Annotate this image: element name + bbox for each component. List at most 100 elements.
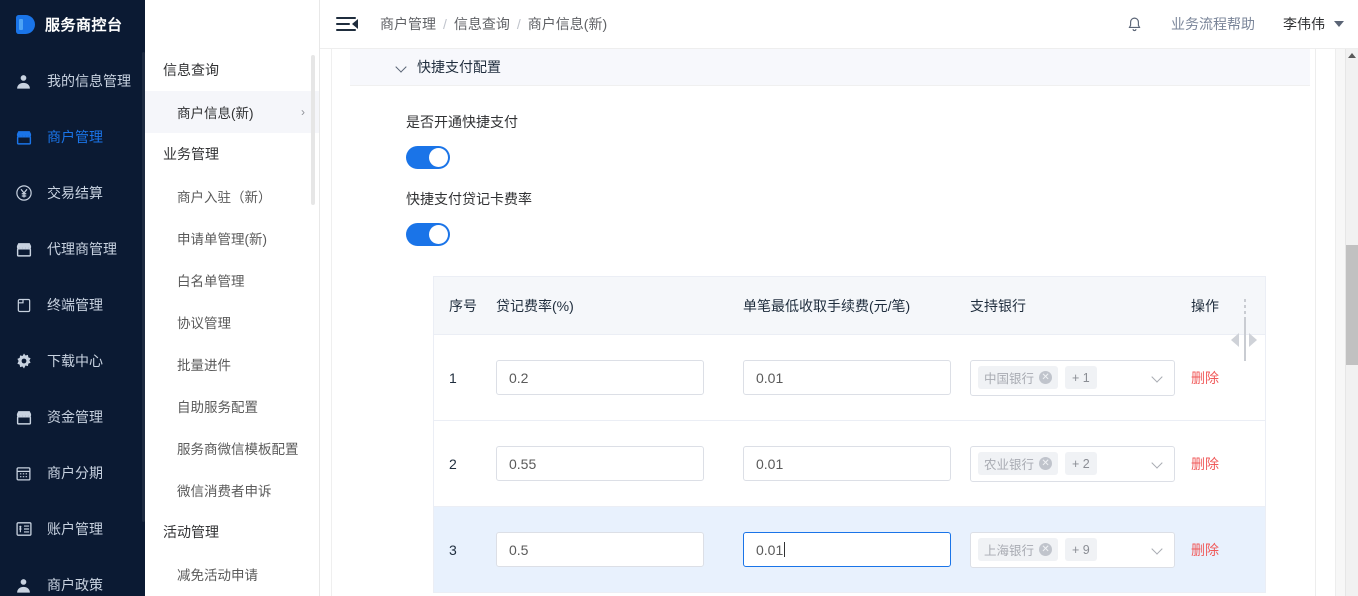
chevron-down-icon — [1153, 459, 1163, 469]
breadcrumb-separator: / — [516, 16, 521, 32]
content-area: 快捷支付配置 是否开通快捷支付 快捷支付贷记卡费率 序号 贷记费率(%) 单笔最… — [320, 49, 1358, 596]
content-gutter-right — [1315, 49, 1335, 596]
enable-quick-payment-label: 是否开通快捷支付 — [406, 114, 518, 130]
rate-input[interactable]: 0.55 — [496, 446, 704, 481]
close-circle-icon[interactable]: ✕ — [1039, 543, 1053, 556]
submenu-item-label: 自助服务配置 — [177, 400, 258, 415]
chevron-down-icon — [1153, 545, 1163, 555]
sidebar-item-list: 我的信息管理 商户管理 交易结算 代理商管理 终端管理 下载中心 资金管理 商户… — [0, 49, 145, 596]
delete-row-button[interactable]: 删除 — [1191, 542, 1219, 558]
sidebar-item-label: 交易结算 — [47, 185, 103, 201]
collapse-menu-icon[interactable] — [336, 16, 358, 32]
store-icon — [14, 408, 33, 427]
toggle-knob — [429, 148, 448, 167]
sidebar-item-label: 资金管理 — [47, 409, 103, 425]
table-row: 3 0.5 0.01 上海银行 ✕ + 9 删除 — [434, 299, 1265, 593]
row-actions-cell: 删除 — [1170, 454, 1265, 474]
bank-tag-more: + 9 — [1065, 538, 1097, 561]
submenu-item-wechat-template-config[interactable]: 服务商微信模板配置 — [145, 427, 319, 469]
submenu-item-wechat-consumer-complaint[interactable]: 微信消费者申诉 — [145, 469, 319, 511]
min-fee-input[interactable]: 0.01 — [743, 360, 951, 395]
submenu-item-application-management[interactable]: 申请单管理(新) — [145, 217, 319, 259]
min-fee-input[interactable]: 0.01 — [743, 532, 951, 567]
delete-row-button[interactable]: 删除 — [1191, 370, 1219, 386]
sidebar-item-merchant-installment[interactable]: 商户分期 — [0, 445, 145, 501]
rate-input[interactable]: 0.5 — [496, 532, 704, 567]
table-row: 2 0.55 0.01 农业银行 ✕ + 2 删除 — [434, 421, 1265, 507]
row-banks-cell: 上海银行 ✕ + 9 — [948, 531, 1175, 568]
sidebar-item-terminal-management[interactable]: 终端管理 — [0, 277, 145, 333]
bank-tag-label: 上海银行 — [984, 544, 1035, 558]
row-min-fee-cell: 0.01 — [722, 446, 951, 481]
breadcrumb-item-0[interactable]: 商户管理 — [380, 14, 436, 34]
scroll-up-arrow-icon[interactable] — [1348, 53, 1356, 58]
min-fee-input[interactable]: 0.01 — [743, 446, 951, 481]
delete-row-button[interactable]: 删除 — [1191, 456, 1219, 472]
submenu-item-agreement-management[interactable]: 协议管理 — [145, 301, 319, 343]
resize-solid-bar — [1244, 317, 1246, 361]
submenu-group-title: 信息查询 — [163, 62, 219, 78]
close-circle-icon[interactable]: ✕ — [1039, 371, 1053, 384]
submenu-item-merchant-info[interactable]: 商户信息(新) › — [145, 91, 319, 133]
bank-tag-more: + 2 — [1065, 452, 1097, 475]
brand-logo-icon — [16, 15, 35, 34]
submenu-item-label: 商户入驻（新） — [177, 190, 272, 205]
chevron-down-icon — [1334, 21, 1344, 27]
sidebar-item-fund-management[interactable]: 资金管理 — [0, 389, 145, 445]
row-actions-cell: 删除 — [1170, 540, 1265, 560]
user-name-label: 李伟伟 — [1283, 16, 1325, 32]
sidebar-item-download-center[interactable]: 下载中心 — [0, 333, 145, 389]
bank-select[interactable]: 农业银行 ✕ + 2 — [970, 445, 1175, 482]
column-header-banks: 支持银行 — [970, 297, 1026, 314]
enable-quick-payment-toggle[interactable] — [406, 146, 450, 169]
submenu-item-whitelist-management[interactable]: 白名单管理 — [145, 259, 319, 301]
sidebar-item-agent-management[interactable]: 代理商管理 — [0, 221, 145, 277]
sidebar-item-merchant-policy[interactable]: 商户政策 — [0, 557, 145, 596]
submenu-item-discount-activity-application[interactable]: 减免活动申请 — [145, 553, 319, 595]
min-fee-value: 0.01 — [756, 541, 784, 558]
row-index: 3 — [449, 541, 457, 558]
close-circle-icon[interactable]: ✕ — [1039, 457, 1053, 470]
bell-icon[interactable] — [1126, 16, 1143, 33]
sidebar-item-label: 下载中心 — [47, 353, 103, 369]
credit-card-rate-toggle[interactable] — [406, 223, 450, 246]
panel-header-quick-payment-config[interactable]: 快捷支付配置 — [350, 49, 1310, 86]
breadcrumb-item-1[interactable]: 信息查询 — [454, 14, 510, 34]
submenu-item-merchant-onboarding[interactable]: 商户入驻（新） — [145, 175, 319, 217]
bank-select[interactable]: 上海银行 ✕ + 9 — [970, 531, 1175, 568]
row-rate-cell: 0.5 — [492, 532, 722, 567]
sidebar-item-my-info[interactable]: 我的信息管理 — [0, 53, 145, 109]
column-header-rate: 贷记费率(%) — [496, 297, 574, 314]
quick-payment-fields: 是否开通快捷支付 快捷支付贷记卡费率 — [350, 86, 1310, 246]
row-banks-cell: 中国银行 ✕ + 1 — [948, 359, 1175, 396]
store-icon — [14, 240, 33, 259]
row-index: 2 — [449, 455, 457, 472]
user-menu[interactable]: 李伟伟 — [1283, 14, 1344, 34]
submenu-item-self-service-config[interactable]: 自助服务配置 — [145, 385, 319, 427]
app-logo[interactable]: 服务商控台 — [0, 0, 145, 49]
bank-tag-more: + 1 — [1065, 366, 1097, 389]
row-index: 1 — [449, 369, 457, 386]
sidebar-item-label: 账户管理 — [47, 521, 103, 537]
user-icon — [14, 576, 33, 595]
business-process-help-link[interactable]: 业务流程帮助 — [1171, 14, 1255, 34]
sidebar-item-merchant-management[interactable]: 商户管理 — [0, 109, 145, 165]
sidebar-item-account-management[interactable]: 账户管理 — [0, 501, 145, 557]
submenu-item-label: 商户信息(新) — [177, 106, 254, 121]
breadcrumb-item-2: 商户信息(新) — [527, 16, 608, 32]
toggle-knob — [429, 225, 448, 244]
app-title: 服务商控台 — [45, 17, 123, 34]
scrollbar-thumb[interactable] — [1346, 245, 1358, 365]
sidebar-item-label: 我的信息管理 — [47, 73, 131, 89]
chevron-left-icon — [1231, 333, 1239, 347]
submenu-item-batch-entry[interactable]: 批量进件 — [145, 343, 319, 385]
submenu-group-title: 业务管理 — [163, 146, 219, 162]
rate-input[interactable]: 0.2 — [496, 360, 704, 395]
submenu-scrollbar[interactable] — [311, 55, 315, 205]
top-bar: 商户管理 / 信息查询 / 商户信息(新) 业务流程帮助 李伟伟 — [320, 0, 1358, 49]
sidebar-item-label: 商户分期 — [47, 465, 103, 481]
bank-select[interactable]: 中国银行 ✕ + 1 — [970, 359, 1175, 396]
sidebar-item-transaction-settlement[interactable]: 交易结算 — [0, 165, 145, 221]
page-scrollbar[interactable] — [1345, 49, 1358, 596]
row-resize-handle[interactable] — [1231, 299, 1259, 361]
